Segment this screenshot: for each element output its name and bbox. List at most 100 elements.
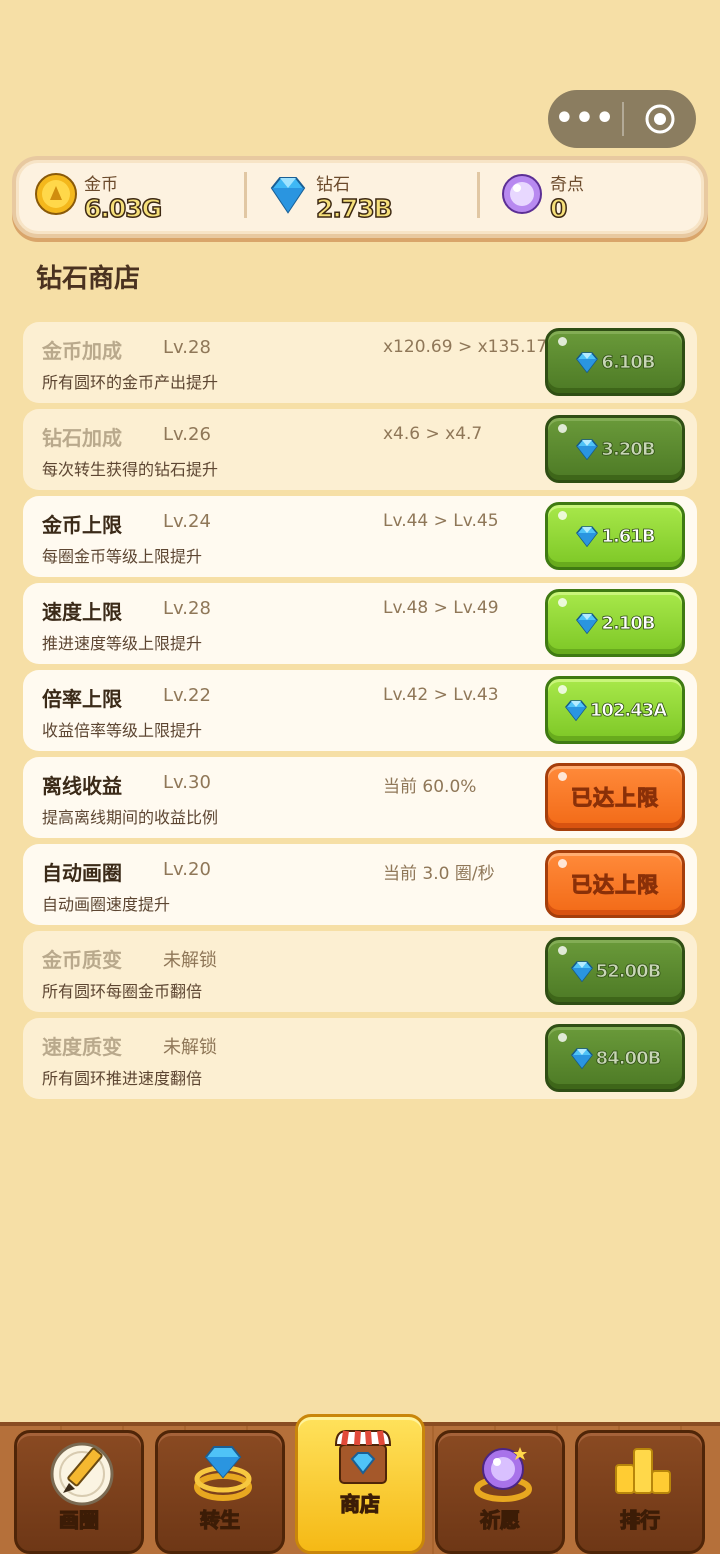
diamond-icon: [570, 961, 593, 982]
maxed-button[interactable]: 已达上限: [545, 763, 685, 831]
tab-label: 画圈: [58, 1507, 99, 1532]
buy-button[interactable]: 1.61B: [545, 502, 685, 570]
button-glint: [558, 337, 567, 346]
buy-button[interactable]: 2.10B: [545, 589, 685, 657]
currency-divider: [477, 172, 480, 218]
gold-coin-icon: [35, 173, 77, 215]
item-name: 钻石加成: [42, 426, 122, 450]
diamond-value: 2.73B: [315, 193, 393, 224]
button-glint: [558, 946, 567, 955]
diamond-icon: [270, 177, 306, 214]
item-description: 推进速度等级上限提升: [42, 634, 203, 653]
close-button[interactable]: [624, 102, 696, 136]
button-glint: [558, 511, 567, 520]
tab-rank[interactable]: 排行: [575, 1430, 705, 1554]
item-name: 速度上限: [42, 600, 122, 624]
tab-label: 祈愿: [479, 1507, 520, 1532]
tab-wish[interactable]: 祈愿: [435, 1430, 565, 1554]
miniprogram-capsule: •••: [548, 90, 696, 148]
buy-button[interactable]: 52.00B: [545, 937, 685, 1005]
diamond-icon: [564, 700, 587, 721]
diamond-ring-icon: [194, 1446, 252, 1501]
button-glint: [558, 685, 567, 694]
item-upgrade: Lv.42 > Lv.43: [383, 685, 499, 705]
item-level: 未解锁: [163, 1037, 217, 1058]
pencil-icon: [50, 1442, 114, 1506]
shop-item-row: 速度上限 Lv.28 Lv.48 > Lv.49 推进速度等级上限提升 2.10B: [23, 583, 697, 664]
item-description: 每次转生获得的钻石提升: [42, 460, 219, 479]
item-description: 提高离线期间的收益比例: [42, 808, 219, 827]
wonder-label: 奇点: [550, 175, 584, 195]
item-upgrade: x120.69 > x135.17: [383, 337, 548, 357]
shop-item-row: 金币上限 Lv.24 Lv.44 > Lv.45 每圈金币等级上限提升 1.61B: [23, 496, 697, 577]
shop-item-row: 速度质变 未解锁所有圆环推进速度翻倍 84.00B: [23, 1018, 697, 1099]
button-glint: [558, 1033, 567, 1042]
price-label: 1.61B: [601, 525, 656, 547]
buy-button[interactable]: 6.10B: [545, 328, 685, 396]
item-level: 未解锁: [163, 950, 217, 971]
max-label: 已达上限: [571, 873, 659, 898]
item-name: 金币质变: [42, 948, 122, 972]
item-name: 金币上限: [42, 513, 122, 537]
button-glint: [558, 424, 567, 433]
button-glint: [558, 772, 567, 781]
podium-icon: [615, 1448, 671, 1494]
buy-button[interactable]: 3.20B: [545, 415, 685, 483]
price-label: 2.10B: [601, 612, 656, 634]
item-name: 速度质变: [42, 1035, 122, 1059]
more-button[interactable]: •••: [548, 90, 622, 148]
item-name: 倍率上限: [42, 687, 122, 711]
diamond-label: 钻石: [316, 175, 350, 195]
item-name: 自动画圈: [42, 861, 122, 885]
orb-icon: [474, 1447, 532, 1502]
shop-item-row: 金币质变 未解锁所有圆环每圈金币翻倍 52.00B: [23, 931, 697, 1012]
diamond-icon: [576, 526, 599, 547]
button-glint: [558, 859, 567, 868]
item-description: 自动画圈速度提升: [42, 895, 171, 914]
price-label: 3.20B: [601, 438, 656, 460]
tab-draw[interactable]: 画圈: [14, 1430, 144, 1554]
page-title: 钻石商店: [36, 264, 141, 294]
shop-item-row: 倍率上限 Lv.22 Lv.42 > Lv.43 收益倍率等级上限提升 102.43A: [23, 670, 697, 751]
item-level: Lv.24: [163, 511, 211, 532]
shop-item-row: 金币加成 Lv.28 x120.69 > x135.17 所有圆环的金币产出提升 6.1…: [23, 322, 697, 403]
tab-label: 转生: [199, 1507, 240, 1532]
tab-shop[interactable]: 商店: [295, 1414, 425, 1554]
gold-label: 金币: [84, 175, 118, 195]
price-label: 102.43A: [589, 699, 667, 721]
item-level: Lv.30: [163, 772, 211, 793]
diamond-icon: [570, 1048, 593, 1069]
wonder-value: 0: [549, 193, 568, 224]
item-upgrade: Lv.48 > Lv.49: [383, 598, 499, 618]
item-description: 收益倍率等级上限提升: [42, 721, 203, 740]
item-upgrade: Lv.44 > Lv.45: [383, 511, 499, 531]
button-glint: [558, 598, 567, 607]
item-upgrade: 当前 60.0%: [383, 777, 477, 797]
item-upgrade: 当前 3.0 圈/秒: [383, 864, 495, 884]
item-level: Lv.20: [163, 859, 211, 880]
shop-item-row: 自动画圈 Lv.20 当前 3.0 圈/秒自动画圈速度提升 已达上限: [23, 844, 697, 925]
shop-icon: [334, 1430, 392, 1484]
item-name: 离线收益: [42, 774, 122, 798]
diamond-icon: [576, 613, 599, 634]
item-description: 每圈金币等级上限提升: [42, 547, 203, 566]
item-description: 所有圆环每圈金币翻倍: [42, 982, 203, 1001]
diamond-icon: [576, 439, 599, 460]
buy-button[interactable]: 84.00B: [545, 1024, 685, 1092]
purple-orb-icon: [502, 174, 542, 214]
tab-rebirth[interactable]: 转生: [155, 1430, 285, 1554]
diamond-icon: [576, 352, 599, 373]
item-upgrade: x4.6 > x4.7: [383, 424, 483, 444]
shop-item-row: 钻石加成 Lv.26 x4.6 > x4.7 每次转生获得的钻石提升 3.20B: [23, 409, 697, 490]
currency-bar: 金币 6.03G 钻石 2.73B 奇点 0: [12, 156, 708, 238]
item-level: Lv.28: [163, 598, 211, 619]
item-level: Lv.22: [163, 685, 211, 706]
tab-label: 排行: [619, 1507, 660, 1532]
item-description: 所有圆环推进速度翻倍: [42, 1069, 203, 1088]
buy-button[interactable]: 102.43A: [545, 676, 685, 744]
currency-divider: [244, 172, 247, 218]
price-label: 52.00B: [595, 960, 661, 982]
item-level: Lv.26: [163, 424, 211, 445]
maxed-button[interactable]: 已达上限: [545, 850, 685, 918]
item-level: Lv.28: [163, 337, 211, 358]
